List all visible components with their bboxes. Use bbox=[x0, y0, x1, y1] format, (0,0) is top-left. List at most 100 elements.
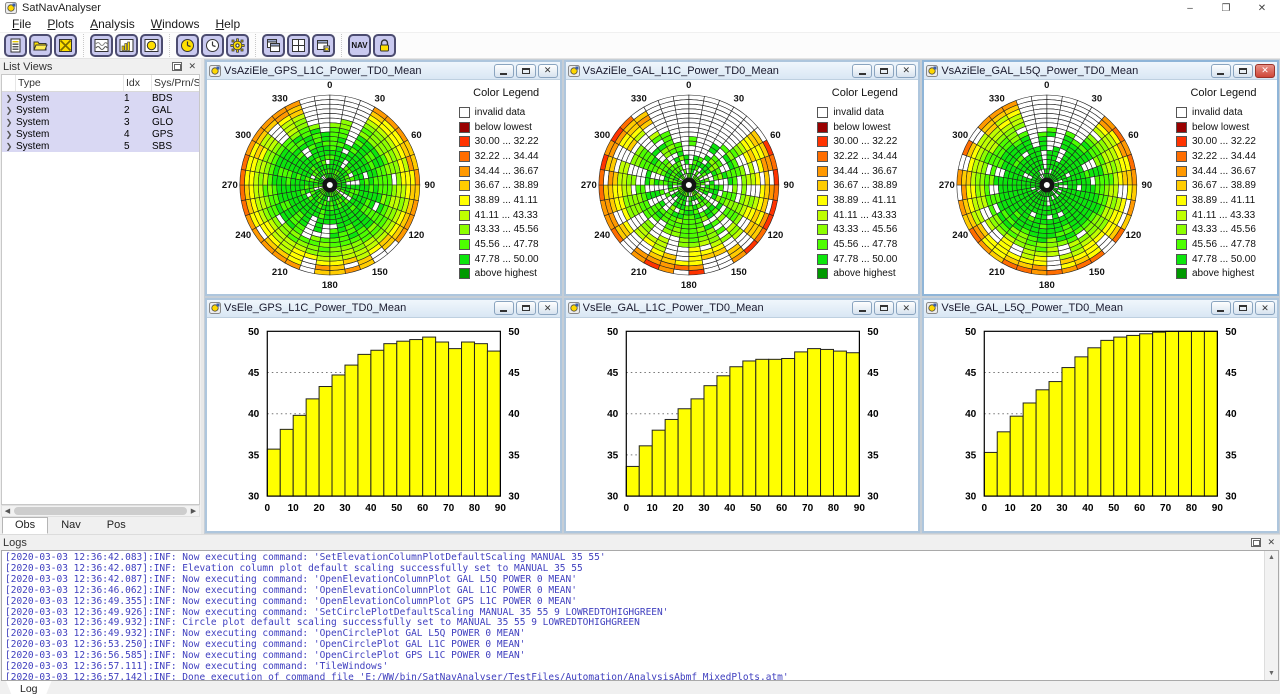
legend-swatch bbox=[1175, 268, 1187, 280]
tree-row-system-sbs[interactable]: ❯ System 5 SBS bbox=[2, 140, 199, 152]
float-logs-icon[interactable] bbox=[1251, 538, 1262, 547]
legend-swatch bbox=[817, 121, 829, 133]
tab-obs[interactable]: Obs bbox=[2, 517, 49, 534]
mdi-titlebar[interactable]: VsAziEle_GPS_L1C_Power_TD0_Mean ✕ bbox=[207, 62, 560, 80]
scroll-left-icon[interactable]: ◀ bbox=[2, 506, 13, 516]
col-idx[interactable]: Idx bbox=[124, 75, 152, 91]
mdi-maximize-button[interactable] bbox=[874, 301, 895, 315]
mdi-titlebar[interactable]: VsAziEle_GAL_L1C_Power_TD0_Mean ✕ bbox=[565, 62, 919, 80]
menu-plots[interactable]: Plots bbox=[39, 16, 82, 32]
tree-row-system-bds[interactable]: ❯ System 1 BDS bbox=[2, 92, 199, 104]
mdi-minimize-button[interactable] bbox=[1210, 63, 1231, 78]
svg-text:50: 50 bbox=[508, 326, 520, 337]
tab-log[interactable]: Log bbox=[6, 681, 52, 694]
clock-yellow-icon bbox=[181, 39, 194, 52]
legend-swatch bbox=[1175, 194, 1187, 206]
mdi-minimize-button[interactable] bbox=[852, 301, 873, 315]
svg-text:45: 45 bbox=[248, 368, 260, 379]
menu-help[interactable]: Help bbox=[207, 16, 248, 32]
mdi-close-button[interactable]: ✕ bbox=[1254, 301, 1275, 315]
app-titlebar[interactable]: SatNavAnalyser – ❐ ✕ bbox=[0, 0, 1280, 16]
menu-windows[interactable]: Windows bbox=[143, 16, 208, 32]
mdi-minimize-button[interactable] bbox=[493, 301, 514, 315]
clock-yellow-button[interactable] bbox=[176, 34, 199, 57]
expand-icon[interactable]: ❯ bbox=[2, 94, 16, 103]
close-panel-icon[interactable]: ✕ bbox=[188, 61, 196, 72]
float-panel-icon[interactable] bbox=[172, 62, 183, 71]
mdi-close-button[interactable]: ✕ bbox=[537, 301, 558, 315]
expand-icon[interactable]: ❯ bbox=[2, 130, 16, 139]
close-logs-icon[interactable]: ✕ bbox=[1267, 537, 1275, 548]
open-folder-button[interactable] bbox=[29, 34, 52, 57]
clock-plain-button[interactable] bbox=[201, 34, 224, 57]
legend-swatch bbox=[817, 136, 829, 148]
lock-button[interactable] bbox=[373, 34, 396, 57]
column-plot-button[interactable] bbox=[115, 34, 138, 57]
mdi-window-icon bbox=[567, 64, 580, 77]
tree-row-system-gal[interactable]: ❯ System 2 GAL bbox=[2, 104, 199, 116]
mdi-minimize-button[interactable] bbox=[493, 63, 514, 78]
menu-file[interactable]: File bbox=[4, 16, 39, 32]
legend-swatch bbox=[458, 194, 470, 206]
mdi-titlebar[interactable]: VsAziEle_GAL_L5Q_Power_TD0_Mean ✕ bbox=[924, 62, 1277, 80]
tab-nav[interactable]: Nav bbox=[48, 517, 94, 534]
cascade-windows-button[interactable] bbox=[262, 34, 285, 57]
scroll-thumb[interactable] bbox=[14, 507, 187, 515]
circle-plot-button[interactable] bbox=[140, 34, 163, 57]
legend-swatch bbox=[458, 136, 470, 148]
mdi-titlebar[interactable]: VsEle_GAL_L1C_Power_TD0_Mean ✕ bbox=[565, 299, 919, 318]
scroll-down-icon[interactable]: ▼ bbox=[1265, 667, 1278, 680]
signal-plot-button[interactable] bbox=[90, 34, 113, 57]
legend-entry: above highest bbox=[811, 267, 918, 282]
svg-text:50: 50 bbox=[391, 503, 403, 514]
svg-text:270: 270 bbox=[222, 180, 238, 191]
legend-entry: 36.67 ... 38.89 bbox=[1170, 178, 1277, 193]
legend-entry: above highest bbox=[453, 267, 560, 282]
col-sys[interactable]: Sys/Prn/Sig/O bbox=[152, 75, 199, 91]
restore-button[interactable]: ❐ bbox=[1208, 0, 1244, 16]
nav-toggle-button[interactable]: NAV bbox=[348, 34, 371, 57]
svg-text:45: 45 bbox=[1226, 368, 1238, 379]
legend-swatch bbox=[1175, 150, 1187, 162]
expand-icon[interactable]: ❯ bbox=[2, 142, 16, 151]
scroll-right-icon[interactable]: ▶ bbox=[188, 506, 199, 516]
mdi-maximize-button[interactable] bbox=[1232, 301, 1253, 315]
mdi-close-button[interactable]: ✕ bbox=[896, 301, 917, 315]
tree-row-system-gps[interactable]: ❯ System 4 GPS bbox=[2, 128, 199, 140]
mdi-minimize-button[interactable] bbox=[1210, 301, 1231, 315]
menu-analysis[interactable]: Analysis bbox=[82, 16, 143, 32]
settings-gear-button[interactable] bbox=[226, 34, 249, 57]
tab-pos[interactable]: Pos bbox=[94, 517, 139, 534]
mdi-close-button[interactable]: ✕ bbox=[896, 63, 917, 78]
mdi-maximize-button[interactable] bbox=[1232, 63, 1253, 78]
expand-icon[interactable]: ❯ bbox=[2, 106, 16, 115]
mdi-close-button[interactable]: ✕ bbox=[537, 63, 558, 78]
arrange-windows-button[interactable] bbox=[312, 34, 335, 57]
tree-row-system-glo[interactable]: ❯ System 3 GLO bbox=[2, 116, 199, 128]
svg-text:30: 30 bbox=[607, 491, 619, 502]
mdi-titlebar[interactable]: VsEle_GAL_L5Q_Power_TD0_Mean ✕ bbox=[924, 299, 1277, 318]
mdi-maximize-button[interactable] bbox=[874, 63, 895, 78]
mdi-maximize-button[interactable] bbox=[515, 301, 536, 315]
close-view-button[interactable] bbox=[54, 34, 77, 57]
close-button[interactable]: ✕ bbox=[1244, 0, 1280, 16]
tree-header[interactable]: Type Idx Sys/Prn/Sig/O bbox=[2, 75, 199, 92]
list-document-button[interactable] bbox=[4, 34, 27, 57]
legend-swatch bbox=[817, 268, 829, 280]
tree-hscrollbar[interactable]: ◀ ▶ bbox=[1, 505, 200, 517]
mdi-titlebar[interactable]: VsEle_GPS_L1C_Power_TD0_Mean ✕ bbox=[207, 299, 560, 318]
svg-text:35: 35 bbox=[248, 450, 260, 461]
scroll-up-icon[interactable]: ▲ bbox=[1265, 551, 1278, 564]
color-legend-title: Color Legend bbox=[1190, 87, 1257, 99]
mdi-close-button[interactable]: ✕ bbox=[1254, 63, 1275, 78]
mdi-maximize-button[interactable] bbox=[515, 63, 536, 78]
logs-vscrollbar[interactable]: ▲ ▼ bbox=[1264, 551, 1278, 680]
tile-windows-button[interactable] bbox=[287, 34, 310, 57]
minimize-button[interactable]: – bbox=[1172, 0, 1208, 16]
column-plot: 30 30 35 35 40 40 45 45 50 50 0 10 20 30 40 50 60 70 80 90 bbox=[965, 326, 1238, 513]
col-type[interactable]: Type bbox=[16, 75, 124, 91]
svg-text:10: 10 bbox=[288, 503, 300, 514]
mdi-minimize-button[interactable] bbox=[852, 63, 873, 78]
expand-icon[interactable]: ❯ bbox=[2, 118, 16, 127]
legend-swatch bbox=[817, 239, 829, 251]
